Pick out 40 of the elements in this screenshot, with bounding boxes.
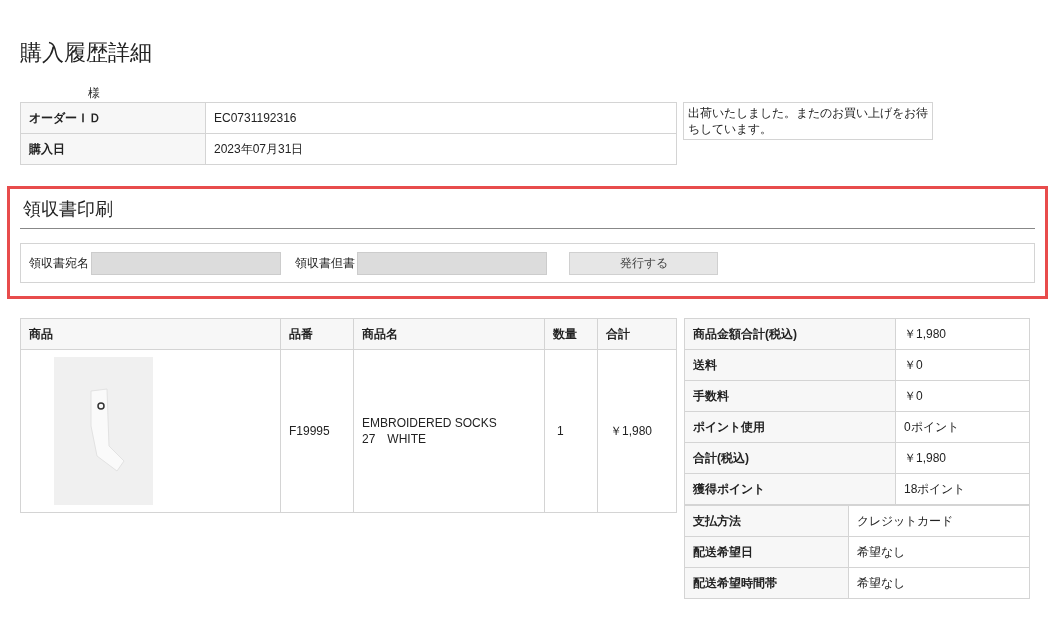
column-header: 合計 bbox=[597, 318, 677, 350]
summary-value: ￥1,980 bbox=[895, 318, 1030, 350]
summary-value: 0ポイント bbox=[895, 411, 1030, 443]
product-name: EMBROIDERED SOCKS 27 WHITE bbox=[353, 349, 545, 513]
delivery-label: 配送希望時間帯 bbox=[684, 567, 849, 599]
table-cell: F19995 bbox=[280, 349, 354, 513]
column-header: 商品名 bbox=[353, 318, 545, 350]
summary-label: 手数料 bbox=[684, 380, 896, 412]
summary-label: 獲得ポイント bbox=[684, 473, 896, 505]
delivery-label: 支払方法 bbox=[684, 505, 849, 537]
summary-value: ￥0 bbox=[895, 349, 1030, 381]
info-value: 2023年07月31日 bbox=[205, 133, 677, 165]
summary-value: ￥1,980 bbox=[895, 442, 1030, 474]
table-cell: ￥1,980 bbox=[597, 349, 677, 513]
table-cell: 1 bbox=[544, 349, 598, 513]
delivery-value: 希望なし bbox=[848, 536, 1030, 568]
field-label: 領収書但書 bbox=[295, 255, 355, 272]
field-label: 領収書宛名 bbox=[29, 255, 89, 272]
shipping-message: 出荷いたしました。またのお買い上げをお待ちしています。 bbox=[683, 102, 933, 140]
issue-button[interactable]: 発行する bbox=[569, 251, 718, 275]
summary-label: 商品金額合計(税込) bbox=[684, 318, 896, 350]
column-header: 品番 bbox=[280, 318, 354, 350]
receipt-title: 領収書印刷 bbox=[22, 198, 114, 221]
summary-label: 合計(税込) bbox=[684, 442, 896, 474]
info-label: オーダーＩＤ bbox=[20, 102, 206, 134]
info-label: 購入日 bbox=[20, 133, 206, 165]
delivery-value: 希望なし bbox=[848, 567, 1030, 599]
summary-label: 送料 bbox=[684, 349, 896, 381]
customer-honorific: 様 bbox=[88, 86, 100, 100]
column-header: 数量 bbox=[544, 318, 598, 350]
input-field[interactable] bbox=[91, 251, 281, 275]
summary-label: ポイント使用 bbox=[684, 411, 896, 443]
delivery-value: クレジットカード bbox=[848, 505, 1030, 537]
summary-value: ￥0 bbox=[895, 380, 1030, 412]
column-header: 商品 bbox=[20, 318, 281, 350]
summary-value: 18ポイント bbox=[895, 473, 1030, 505]
info-value: EC0731192316 bbox=[205, 102, 677, 134]
delivery-label: 配送希望日 bbox=[684, 536, 849, 568]
page-title: 購入履歴詳細 bbox=[20, 39, 152, 67]
input-field[interactable] bbox=[357, 251, 547, 275]
